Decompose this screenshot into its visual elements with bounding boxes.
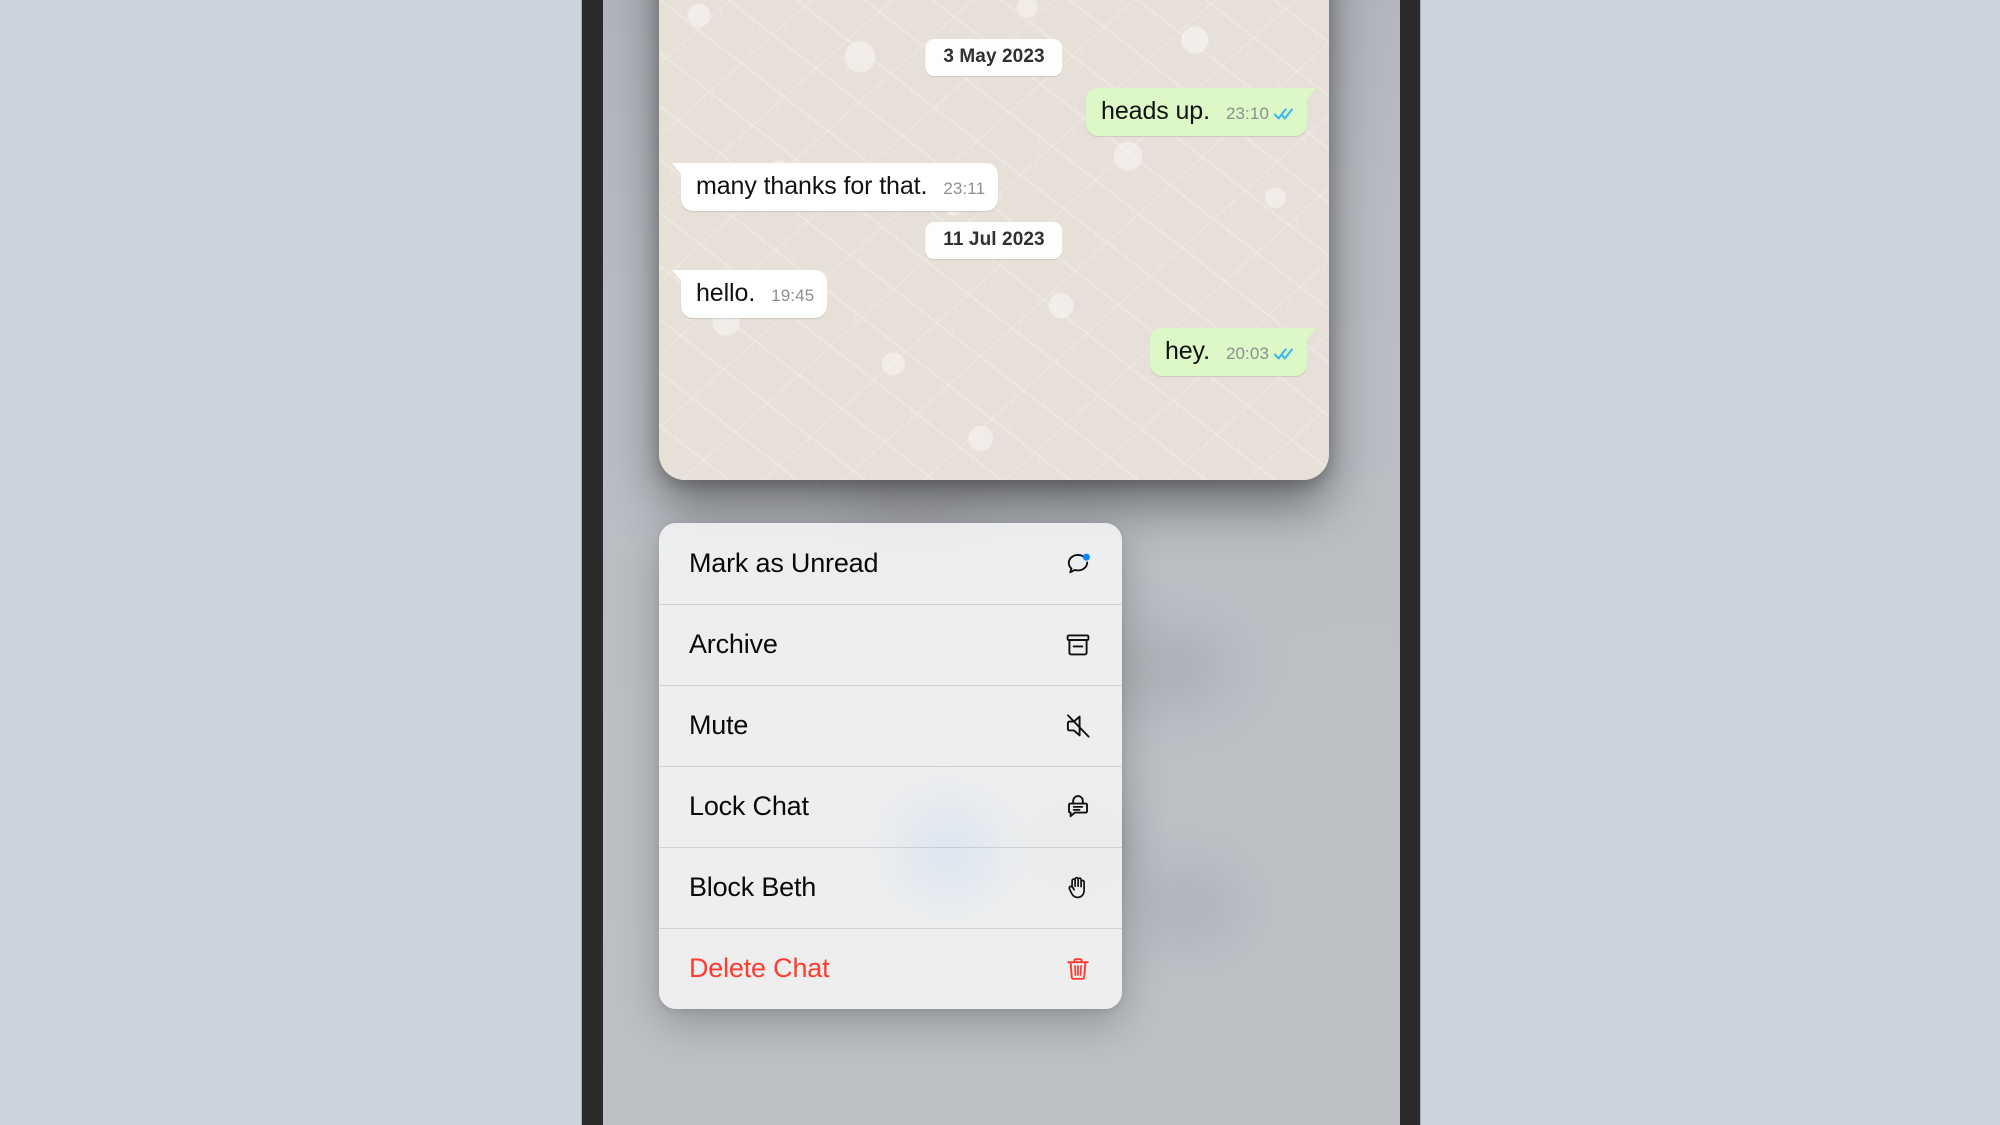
chat-preview-card[interactable]: thanks. 01:05 3 May 2023 heads up. [659, 0, 1329, 480]
incoming-message-bubble[interactable]: many thanks for that. 23:11 [671, 163, 999, 211]
trash-icon [1062, 953, 1094, 985]
message-row: hey. 20:03 [1149, 328, 1317, 376]
message-text: heads up. [1101, 97, 1210, 125]
phone-screen: thanks. 01:05 3 May 2023 heads up. [603, 0, 1400, 1125]
menu-item-label: Archive [689, 629, 778, 659]
menu-item-label: Lock Chat [689, 791, 809, 821]
phone-device-frame: thanks. 01:05 3 May 2023 heads up. [582, 0, 1420, 1125]
menu-item-block-contact[interactable]: Block Beth [659, 847, 1122, 928]
speaker-mute-icon [1062, 710, 1094, 742]
menu-item-delete-chat[interactable]: Delete Chat [659, 928, 1122, 1009]
page-background: thanks. 01:05 3 May 2023 heads up. [0, 0, 2000, 1125]
menu-item-mark-as-unread[interactable]: Mark as Unread [659, 523, 1122, 604]
message-text: hey. [1164, 337, 1210, 365]
message-text: many thanks for that. [696, 172, 928, 200]
message-meta: 23:10 [1226, 104, 1294, 124]
incoming-message-bubble[interactable]: hello. 19:45 [671, 270, 828, 318]
message-meta: 19:45 [771, 286, 814, 306]
menu-item-label: Mute [689, 710, 749, 740]
message-row: hello. 19:45 [671, 270, 828, 318]
menu-item-archive[interactable]: Archive [659, 604, 1122, 685]
message-time: 23:10 [1225, 104, 1269, 123]
message-row: heads up. 23:10 [1086, 88, 1316, 136]
message-meta: 20:03 [1226, 344, 1294, 364]
menu-item-label: Delete Chat [689, 953, 830, 983]
lock-chat-icon [1062, 791, 1094, 823]
archive-box-icon [1062, 629, 1094, 661]
message-time: 20:03 [1225, 344, 1269, 363]
message-meta: 23:11 [943, 179, 985, 199]
message-row: many thanks for that. 23:11 [671, 163, 999, 211]
message-list: thanks. 01:05 3 May 2023 heads up. [659, 0, 1329, 480]
outgoing-message-bubble[interactable]: heads up. 23:10 [1086, 88, 1316, 136]
message-time: 23:11 [943, 179, 986, 198]
date-divider: 11 Jul 2023 [925, 222, 1063, 259]
chat-context-menu[interactable]: Mark as Unread Archive Mute Lock Chat Bl… [659, 523, 1122, 1009]
menu-item-label: Mark as Unread [689, 548, 879, 578]
message-text: hello. [696, 279, 756, 307]
message-time: 19:45 [771, 286, 815, 305]
outgoing-message-bubble[interactable]: hey. 20:03 [1149, 328, 1317, 376]
raised-hand-icon [1062, 872, 1094, 904]
menu-item-label: Block Beth [689, 872, 817, 902]
menu-item-mute[interactable]: Mute [659, 685, 1122, 766]
read-receipt-double-check-icon [1274, 108, 1293, 120]
chat-bubble-unread-icon [1062, 548, 1094, 580]
read-receipt-double-check-icon [1274, 348, 1293, 360]
menu-item-lock-chat[interactable]: Lock Chat [659, 766, 1122, 847]
date-divider: 3 May 2023 [925, 39, 1063, 76]
